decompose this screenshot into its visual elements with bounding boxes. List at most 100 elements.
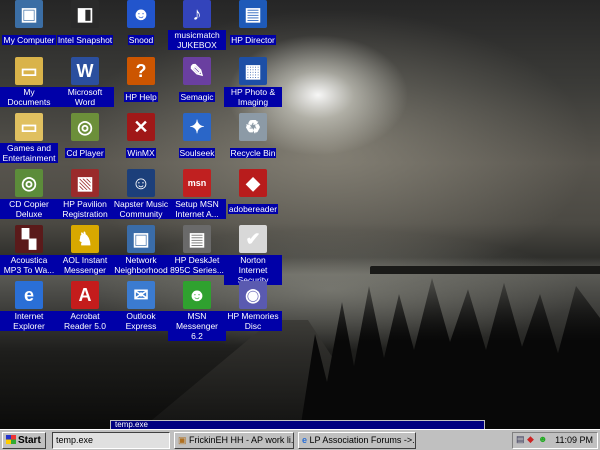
desktop-icon-winmx[interactable]: ✕ WinMX	[112, 113, 170, 161]
recycle-bin-icon: ♻	[239, 113, 267, 141]
desktop-icon-label: WinMX	[126, 148, 156, 158]
norton-icon: ✔	[239, 225, 267, 253]
desktop-icon-network-neighborhood[interactable]: ▣ Network Neighborhood	[112, 225, 170, 278]
browser-window-icon: ▣	[178, 435, 187, 445]
desktop-icon-soulseek[interactable]: ✦ Soulseek	[168, 113, 226, 161]
desktop-icon-cd-player[interactable]: ◎ Cd Player	[56, 113, 114, 161]
desktop-icon-my-documents[interactable]: ▭ My Documents	[0, 57, 58, 110]
desktop-icon-label: CD Copier Deluxe	[0, 199, 58, 219]
acrobat-reader-icon: A	[71, 281, 99, 309]
desktop-icon-microsoft-word[interactable]: W Microsoft Word	[56, 57, 114, 110]
hp-pavilion-icon: ▧	[71, 169, 99, 197]
taskbar-button-frickineh[interactable]: ▣ FrickinEH HH - AP work li...	[174, 432, 294, 449]
acoustica-icon: ▚	[15, 225, 43, 253]
hp-director-icon: ▤	[239, 0, 267, 28]
desktop-icon-label: Outlook Express	[112, 311, 170, 331]
desktop-icon-label: Network Neighborhood	[112, 255, 170, 275]
desktop-icon-snood[interactable]: ☻ Snood	[112, 0, 170, 48]
desktop-icon-msn-setup[interactable]: msn Setup MSN Internet A...	[168, 169, 226, 222]
hp-photo-imaging-icon: ▦	[239, 57, 267, 85]
wallpaper-reeds	[300, 278, 600, 429]
desktop-icon-hp-photo-imaging[interactable]: ▦ HP Photo & Imaging	[224, 57, 282, 110]
winmx-icon: ✕	[127, 113, 155, 141]
microsoft-word-icon: W	[71, 57, 99, 85]
desktop-icon-hp-director[interactable]: ▤ HP Director	[224, 0, 282, 48]
network-tray-icon[interactable]: ▤	[516, 434, 525, 445]
desktop-icon-label: Snood	[127, 35, 155, 45]
wallpaper-shoreline	[370, 266, 600, 274]
network-neighborhood-icon: ▣	[127, 225, 155, 253]
desktop-icon-aol-messenger[interactable]: ♞ AOL Instant Messenger	[56, 225, 114, 278]
internet-explorer-icon: e	[15, 281, 43, 309]
msn-messenger-icon: ☻	[183, 281, 211, 309]
security-tray-icon[interactable]: ◆	[527, 434, 534, 445]
desktop-icon-label: Acoustica MP3 To Wa...	[0, 255, 58, 275]
napster-icon: ☺	[127, 169, 155, 197]
outlook-express-icon: ✉	[127, 281, 155, 309]
windows-logo-icon	[6, 435, 16, 444]
desktop-icon-label: HP DeskJet 895C Series...	[168, 255, 226, 275]
desktop-icon-label: AOL Instant Messenger	[56, 255, 114, 275]
desktop-icon-label: Microsoft Word	[56, 87, 114, 107]
cd-player-icon: ◎	[71, 113, 99, 141]
desktop-icon-games-folder[interactable]: ▭ Games and Entertainment	[0, 113, 58, 166]
desktop-icon-label: My Computer	[2, 35, 56, 45]
musicmatch-icon: ♪	[183, 0, 211, 28]
taskbar-button-temp-exe[interactable]: temp.exe	[52, 432, 170, 449]
desktop-icon-label: adobereader	[227, 204, 279, 214]
desktop-icon-internet-explorer[interactable]: e Internet Explorer	[0, 281, 58, 334]
start-label: Start	[18, 435, 41, 446]
my-documents-icon: ▭	[15, 57, 43, 85]
snood-icon: ☻	[127, 0, 155, 28]
printer-icon: ▤	[183, 225, 211, 253]
desktop-icon-hp-memories[interactable]: ◉ HP Memories Disc	[224, 281, 282, 334]
desktop-icon-label: Recycle Bin	[229, 148, 277, 158]
desktop-icon-label: Napster Music Community	[112, 199, 170, 219]
desktop-icon-printer[interactable]: ▤ HP DeskJet 895C Series...	[168, 225, 226, 278]
taskbar-button-label: temp.exe	[56, 435, 94, 445]
my-computer-icon: ▣	[15, 0, 43, 28]
desktop-icon-label: Setup MSN Internet A...	[168, 199, 226, 219]
desktop-icon-label: Cd Player	[65, 148, 105, 158]
desktop-icon-label: HP Pavilion Registration	[56, 199, 114, 219]
desktop-icon-semagic[interactable]: ✎ Semagic	[168, 57, 226, 105]
desktop-icon-intel-snapshot[interactable]: ◧ Intel Snapshot	[56, 0, 114, 48]
adobe-reader-icon: ◆	[239, 169, 267, 197]
intel-snapshot-icon: ◧	[71, 0, 99, 28]
internet-explorer-icon: e	[302, 435, 308, 445]
cd-copier-icon: ◎	[15, 169, 43, 197]
window-title: temp.exe	[115, 420, 148, 429]
messenger-tray-icon[interactable]: ☻	[538, 434, 547, 444]
desktop-icon-label: Soulseek	[178, 148, 216, 158]
hp-help-icon: ?	[127, 57, 155, 85]
window-title-fragment[interactable]: temp.exe	[110, 420, 485, 429]
taskbar-button-lp-forums[interactable]: e LP Association Forums ->...	[298, 432, 416, 449]
desktop-icon-label: Semagic	[179, 92, 215, 102]
desktop-icon-label: HP Photo & Imaging	[224, 87, 282, 107]
desktop-icon-outlook-express[interactable]: ✉ Outlook Express	[112, 281, 170, 334]
desktop-icon-my-computer[interactable]: ▣ My Computer	[0, 0, 58, 48]
desktop-icon-hp-pavilion[interactable]: ▧ HP Pavilion Registration	[56, 169, 114, 222]
desktop-icon-recycle-bin[interactable]: ♻ Recycle Bin	[224, 113, 282, 161]
desktop-icon-acoustica[interactable]: ▚ Acoustica MP3 To Wa...	[0, 225, 58, 278]
soulseek-icon: ✦	[183, 113, 211, 141]
hp-memories-icon: ◉	[239, 281, 267, 309]
desktop-icon-label: HP Help	[124, 92, 158, 102]
system-tray: ▤ ◆ ☻ 11:09 PM	[512, 432, 598, 449]
desktop-icon-adobe-reader[interactable]: ◆ adobereader	[224, 169, 282, 217]
desktop-icon-label: Intel Snapshot	[56, 35, 114, 45]
desktop-icon-hp-help[interactable]: ? HP Help	[112, 57, 170, 105]
desktop-icon-msn-messenger[interactable]: ☻ MSN Messenger 6.2	[168, 281, 226, 344]
start-button[interactable]: Start	[2, 432, 46, 449]
desktop-icon-norton[interactable]: ✔ Norton Internet Security	[224, 225, 282, 288]
desktop-icon-acrobat-reader[interactable]: A Acrobat Reader 5.0	[56, 281, 114, 334]
desktop-icon-label: MSN Messenger 6.2	[168, 311, 226, 341]
games-folder-icon: ▭	[15, 113, 43, 141]
desktop-icon-label: HP Memories Disc	[224, 311, 282, 331]
clock[interactable]: 11:09 PM	[555, 435, 593, 445]
desktop-icon-label: My Documents	[0, 87, 58, 107]
desktop-icon-napster[interactable]: ☺ Napster Music Community	[112, 169, 170, 222]
desktop-icon-cd-copier[interactable]: ◎ CD Copier Deluxe	[0, 169, 58, 222]
desktop-icon-label: Games and Entertainment	[0, 143, 58, 163]
desktop-icon-musicmatch[interactable]: ♪ musicmatch JUKEBOX	[168, 0, 226, 53]
